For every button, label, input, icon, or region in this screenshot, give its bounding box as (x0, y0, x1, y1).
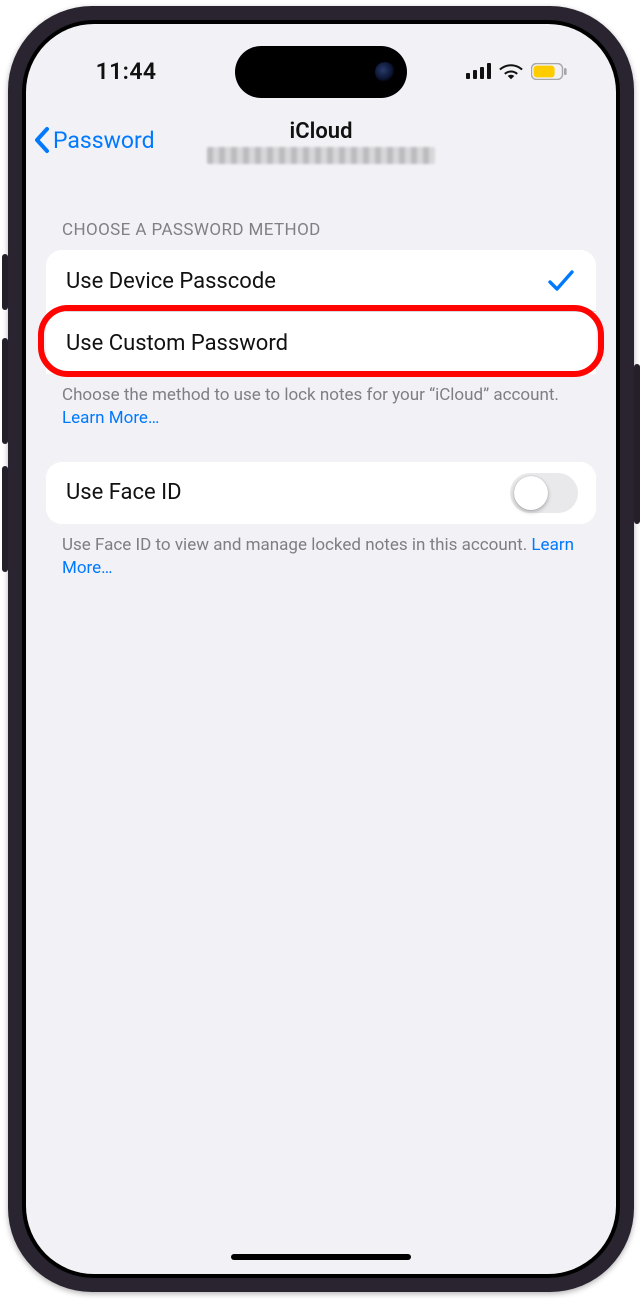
section-footer: Choose the method to use to lock notes f… (46, 374, 596, 430)
home-indicator[interactable] (231, 1254, 411, 1260)
learn-more-link[interactable]: Learn More… (62, 408, 159, 428)
option-label: Use Custom Password (66, 331, 288, 356)
option-label: Use Face ID (66, 480, 182, 505)
status-time: 11:44 (26, 48, 226, 85)
dynamic-island (235, 46, 407, 98)
volume-down-button (2, 466, 8, 572)
silence-switch (2, 254, 8, 310)
option-label: Use Device Passcode (66, 269, 276, 294)
back-button[interactable]: Password (32, 119, 155, 155)
checkmark-icon (548, 269, 574, 293)
password-method-group: Use Device Passcode Use Custom Password (46, 250, 596, 374)
footer-text: Choose the method to use to lock notes f… (62, 385, 559, 405)
volume-up-button (2, 338, 8, 444)
face-id-group: Use Face ID (46, 462, 596, 524)
footer-text: Use Face ID to view and manage locked no… (62, 535, 531, 555)
screen: 11:44 (26, 24, 616, 1274)
chevron-left-icon (32, 125, 54, 155)
back-label: Password (53, 127, 155, 154)
option-use-custom-password[interactable]: Use Custom Password (46, 312, 596, 374)
nav-subtitle-redacted (207, 147, 435, 164)
nav-bar: Password iCloud (26, 119, 616, 189)
phone-frame: 11:44 (8, 6, 634, 1292)
option-use-device-passcode[interactable]: Use Device Passcode (46, 250, 596, 312)
cellular-icon (466, 63, 491, 79)
section-header: CHOOSE A PASSWORD METHOD (46, 220, 596, 250)
side-button (634, 364, 640, 524)
wifi-icon (499, 63, 523, 80)
section-footer: Use Face ID to view and manage locked no… (46, 524, 596, 580)
toggle-knob (514, 476, 548, 510)
battery-icon (531, 63, 567, 80)
front-camera (375, 62, 395, 82)
option-use-face-id[interactable]: Use Face ID (46, 462, 596, 524)
face-id-toggle[interactable] (510, 473, 578, 513)
